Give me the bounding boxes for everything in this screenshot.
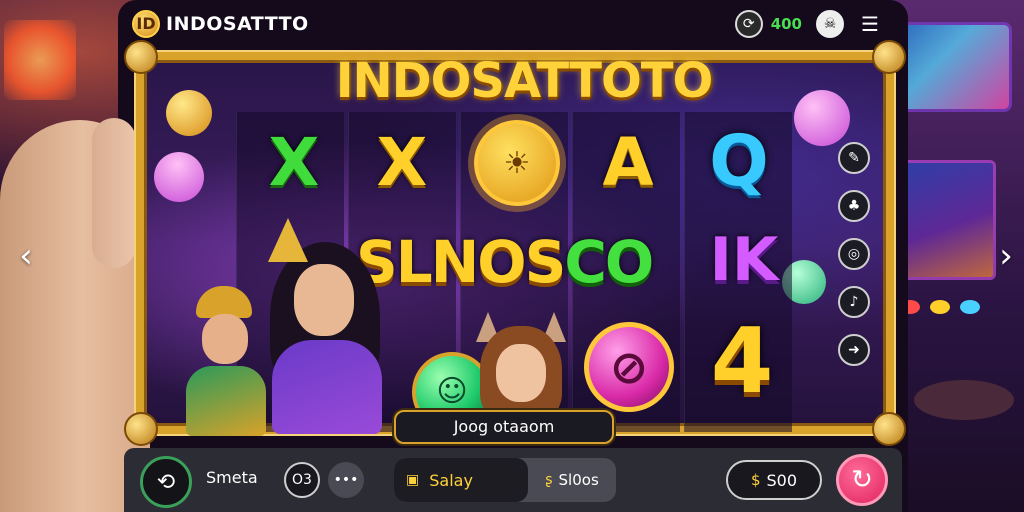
join-button[interactable]: Joog otaaom [394, 410, 614, 444]
wallet-icon: ▣ [406, 472, 420, 488]
split-toggle: ▣ Salay ʂ Sl0os [394, 458, 616, 502]
balance-value: 400 [770, 15, 802, 33]
bet-value: S00 [766, 470, 798, 490]
next-arrow-icon[interactable]: › [994, 238, 1018, 274]
slots-word-green: CO [564, 228, 654, 296]
sun-symbol-icon: ☀ [474, 120, 560, 206]
side-toolbar: ✎ ♣ ◎ ♪ ➜ [838, 142, 872, 366]
reels: X X ☀ A Q SLNOSCO IK ☺ ⊘ 4 [186, 112, 792, 436]
slot-frame: INDOSATTOTO X X ☀ A Q SLNOSCO IK ☺ ⊘ 4 ✎… [124, 40, 906, 446]
sl0os-tab[interactable]: ʂ Sl0os [528, 458, 616, 502]
symbol-a: A [602, 123, 654, 201]
bell-icon[interactable]: ♪ [838, 286, 870, 318]
symbol-x-gold: X [376, 123, 428, 201]
brand-logo-icon: ID [132, 10, 160, 38]
coin-icon: ʂ [545, 472, 553, 488]
game-title: INDOSATTOTO [314, 52, 734, 110]
pink-gem-icon [794, 90, 850, 146]
pink-coin-icon: ⊘ [584, 322, 674, 412]
sl0os-label: Sl0os [558, 471, 599, 489]
frame-corner [872, 412, 906, 446]
brand: ID INDOSATTTO [132, 10, 309, 38]
top-bar: ID INDOSATTTO ⟳ 400 ☠ ☰ [132, 6, 902, 42]
settings-icon[interactable]: ◎ [838, 238, 870, 270]
arcade-screen-top [892, 22, 1012, 112]
pen-icon[interactable]: ✎ [838, 142, 870, 174]
spin-button[interactable]: ↻ [836, 454, 888, 506]
symbol-q: Q [709, 120, 769, 202]
thumb [92, 118, 136, 268]
symbol-4: 4 [710, 309, 774, 414]
warrior-character [172, 286, 272, 436]
slots-word: SLNOSCO [356, 222, 686, 302]
frame-corner [124, 412, 158, 446]
arrow-right-icon[interactable]: ➜ [838, 334, 870, 366]
bottom-control-bar: ⟲ Smeta O3 ••• ▣ Salay ʂ Sl0os $ S00 ↻ [124, 448, 902, 512]
arcade-screen-bottom [900, 160, 996, 280]
previous-arrow-icon[interactable]: ‹ [14, 238, 38, 274]
salay-tab[interactable]: ▣ Salay [394, 458, 528, 502]
autoplay-button[interactable]: ⟲ [140, 456, 192, 508]
tree-icon[interactable]: ♣ [838, 190, 870, 222]
speed-icon[interactable]: ⟳ [734, 10, 763, 38]
neon-sign [4, 20, 76, 100]
salay-label: Salay [429, 470, 473, 490]
bet-icon: $ [750, 471, 761, 489]
menu-icon[interactable]: ☰ [858, 12, 882, 36]
gold-coin-icon [166, 90, 212, 136]
frame-corner [872, 40, 906, 74]
arcade-buttons [900, 300, 980, 314]
skull-icon[interactable]: ☠ [816, 10, 844, 38]
symbol-x-green: X [268, 123, 320, 201]
brand-name: INDOSATTTO [166, 13, 309, 35]
bar-stool [914, 380, 1014, 420]
lines-button[interactable]: O3 [284, 462, 320, 498]
pink-gem-icon [144, 142, 214, 212]
more-button[interactable]: ••• [328, 462, 364, 498]
symbol-ik: IK [709, 225, 779, 295]
frame-corner [124, 40, 158, 74]
top-right-controls: ⟳ 400 ☠ ☰ [734, 10, 882, 38]
bottom-label: Smeta [206, 468, 258, 487]
bet-amount[interactable]: $ S00 [726, 460, 822, 500]
